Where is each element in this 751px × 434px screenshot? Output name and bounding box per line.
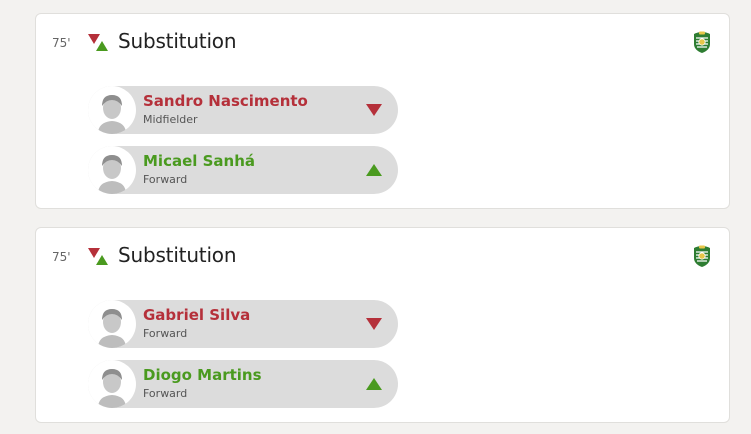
player-name: Sandro Nascimento: [143, 92, 308, 110]
arrow-up-icon: [366, 164, 382, 176]
player-name: Diogo Martins: [143, 366, 262, 384]
arrow-up-icon: [366, 378, 382, 390]
player-out-row[interactable]: Sandro Nascimento Midfielder: [88, 86, 398, 134]
event-title: Substitution: [118, 29, 237, 53]
sporting-crest-icon: [694, 31, 710, 53]
substitution-card: 75' Substitution Gabriel Silva Forward D…: [35, 227, 730, 423]
player-in-row[interactable]: Diogo Martins Forward: [88, 360, 398, 408]
event-minute: 75': [52, 36, 71, 50]
player-position: Forward: [143, 173, 188, 186]
player-position: Forward: [143, 387, 188, 400]
player-in-row[interactable]: Micael Sanhá Forward: [88, 146, 398, 194]
arrow-down-icon: [366, 318, 382, 330]
event-title: Substitution: [118, 243, 237, 267]
player-avatar: [88, 360, 136, 408]
player-position: Midfielder: [143, 113, 198, 126]
player-avatar: [88, 146, 136, 194]
player-name: Micael Sanhá: [143, 152, 256, 170]
substitution-icon: [88, 34, 108, 51]
event-minute: 75': [52, 250, 71, 264]
player-name: Gabriel Silva: [143, 306, 251, 324]
sporting-crest-icon: [694, 245, 710, 267]
substitution-icon: [88, 248, 108, 265]
player-position: Forward: [143, 327, 188, 340]
player-avatar: [88, 300, 136, 348]
substitution-card: 75' Substitution Sandro Nascimento Midfi…: [35, 13, 730, 209]
arrow-down-icon: [366, 104, 382, 116]
player-avatar: [88, 86, 136, 134]
player-out-row[interactable]: Gabriel Silva Forward: [88, 300, 398, 348]
